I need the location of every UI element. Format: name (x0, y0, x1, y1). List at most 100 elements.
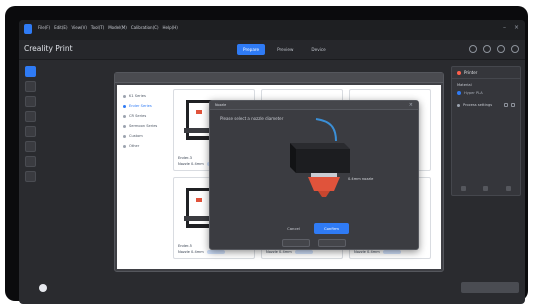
spec-text: Nozzle 0.4mm (266, 250, 292, 254)
rotate-tool-icon[interactable] (25, 126, 36, 137)
cancel-button[interactable]: Cancel (279, 223, 308, 234)
more-icon[interactable] (506, 186, 512, 191)
printer-name: Ender-5 (178, 244, 192, 248)
spec-pill (382, 250, 401, 254)
help-icon[interactable] (39, 284, 47, 292)
creality-logo-icon (24, 24, 32, 34)
printer-spec: Nozzle 0.4mm (266, 250, 313, 254)
nozzle-collar (311, 173, 337, 177)
mirror-tool-icon[interactable] (25, 141, 36, 152)
series-icon (123, 104, 126, 108)
undo-icon[interactable] (469, 45, 477, 53)
series-icon (123, 114, 126, 118)
mode-tabs: Prepare Preview Device (237, 44, 332, 55)
menu-tool[interactable]: Tool(T) (91, 25, 104, 30)
printer-window-header (115, 73, 443, 83)
app-title: Creality Print (24, 44, 73, 53)
tab-device[interactable]: Device (305, 44, 331, 55)
add-icon[interactable] (460, 186, 466, 191)
support-tool-icon[interactable] (25, 156, 36, 167)
select-tool-icon[interactable] (25, 66, 36, 77)
cut-tool-icon[interactable] (25, 171, 36, 182)
tab-preview[interactable]: Preview (271, 44, 299, 55)
material-section-label: Material (457, 83, 472, 87)
confirm-button[interactable]: Confirm (313, 223, 349, 234)
move-tool-icon[interactable] (25, 96, 36, 107)
printer-name: Ender-3 (178, 156, 192, 160)
window-controls: – × (503, 24, 519, 32)
user-icon[interactable] (511, 45, 519, 53)
nozzle-point (318, 191, 330, 197)
series-label: Sermoon Series (129, 124, 158, 128)
dialog-actions: Cancel Confirm (210, 223, 418, 234)
printer-spec: Nozzle 0.4mm (178, 250, 225, 254)
main-toolbar: Creality Print Prepare Preview Device (19, 40, 525, 60)
spec-text: Nozzle 0.4mm (354, 250, 380, 254)
process-icon (457, 103, 460, 107)
series-k1[interactable]: K1 Series (117, 91, 169, 101)
spec-pill (206, 250, 225, 254)
series-icon (123, 94, 126, 98)
nozzle-tip-icon (308, 177, 340, 191)
tab-prepare[interactable]: Prepare (237, 44, 266, 55)
menu-help[interactable]: Help(H) (163, 25, 178, 30)
panel-title: Printer (464, 70, 478, 75)
series-ender[interactable]: Ender Series (117, 101, 169, 111)
title-bar: File(F) Edit(E) View(V) Tool(T) Model(M)… (19, 20, 525, 40)
hotend-top (290, 143, 350, 149)
material-color-icon (457, 91, 461, 95)
scale-tool-icon[interactable] (25, 111, 36, 122)
remove-icon[interactable] (483, 186, 489, 191)
copy-icon[interactable] (511, 103, 515, 107)
printer-status-icon (457, 70, 461, 75)
previous-button[interactable] (282, 239, 310, 247)
hotend-front (296, 149, 350, 173)
spec-pill (294, 250, 313, 254)
spec-text: Nozzle 0.4mm (178, 162, 204, 166)
series-label: Custom (129, 134, 143, 138)
next-button[interactable] (318, 239, 346, 247)
slice-button[interactable] (461, 282, 519, 293)
series-icon (123, 134, 126, 138)
menu-bar: File(F) Edit(E) View(V) Tool(T) Model(M)… (38, 25, 178, 30)
series-label: K1 Series (129, 94, 146, 98)
series-icon (123, 124, 126, 128)
dialog-title: Nozzle (215, 103, 227, 107)
close-window-icon[interactable]: × (514, 24, 519, 32)
device-frame: File(F) Edit(E) View(V) Tool(T) Model(M)… (5, 6, 528, 304)
settings-icon[interactable] (497, 45, 505, 53)
menu-model[interactable]: Model(M) (108, 25, 127, 30)
menu-edit[interactable]: Edit(E) (54, 25, 67, 30)
nozzle-illustration (290, 118, 350, 197)
redo-icon[interactable] (483, 45, 491, 53)
spec-text: Nozzle 0.4mm (178, 250, 204, 254)
material-name: Hyper PLA (464, 91, 483, 95)
filament-line (315, 118, 337, 142)
edit-icon[interactable] (504, 103, 508, 107)
series-other[interactable]: Other (117, 141, 169, 151)
minimize-icon[interactable]: – (503, 24, 506, 32)
menu-view[interactable]: View(V) (72, 25, 87, 30)
app-window: File(F) Edit(E) View(V) Tool(T) Model(M)… (19, 20, 525, 304)
series-sermoon[interactable]: Sermoon Series (117, 121, 169, 131)
series-custom[interactable]: Custom (117, 131, 169, 141)
dialog-header: Nozzle × (210, 101, 418, 110)
menu-calibration[interactable]: Calibration(C) (131, 25, 159, 30)
dialog-secondary-actions (210, 239, 418, 247)
process-settings-row[interactable]: Process settings (452, 95, 520, 107)
process-label: Process settings (463, 103, 493, 107)
panel-header: Printer (452, 67, 520, 79)
toolbar-icons (469, 45, 519, 53)
close-icon[interactable]: × (409, 102, 413, 108)
printer-settings-panel: Printer Material Hyper PLA Process setti… (451, 66, 521, 196)
series-label: Ender Series (129, 104, 152, 108)
series-label: Other (129, 144, 140, 148)
menu-file[interactable]: File(F) (38, 25, 50, 30)
panel-footer (452, 186, 520, 191)
series-cr[interactable]: CR Series (117, 111, 169, 121)
series-label: CR Series (129, 114, 147, 118)
open-file-icon[interactable] (25, 81, 36, 92)
printer-series-list: K1 Series Ender Series CR Series Sermoon… (117, 85, 169, 269)
nozzle-dialog: Nozzle × Please select a nozzle diameter… (209, 100, 419, 250)
left-tool-strip (25, 66, 37, 182)
